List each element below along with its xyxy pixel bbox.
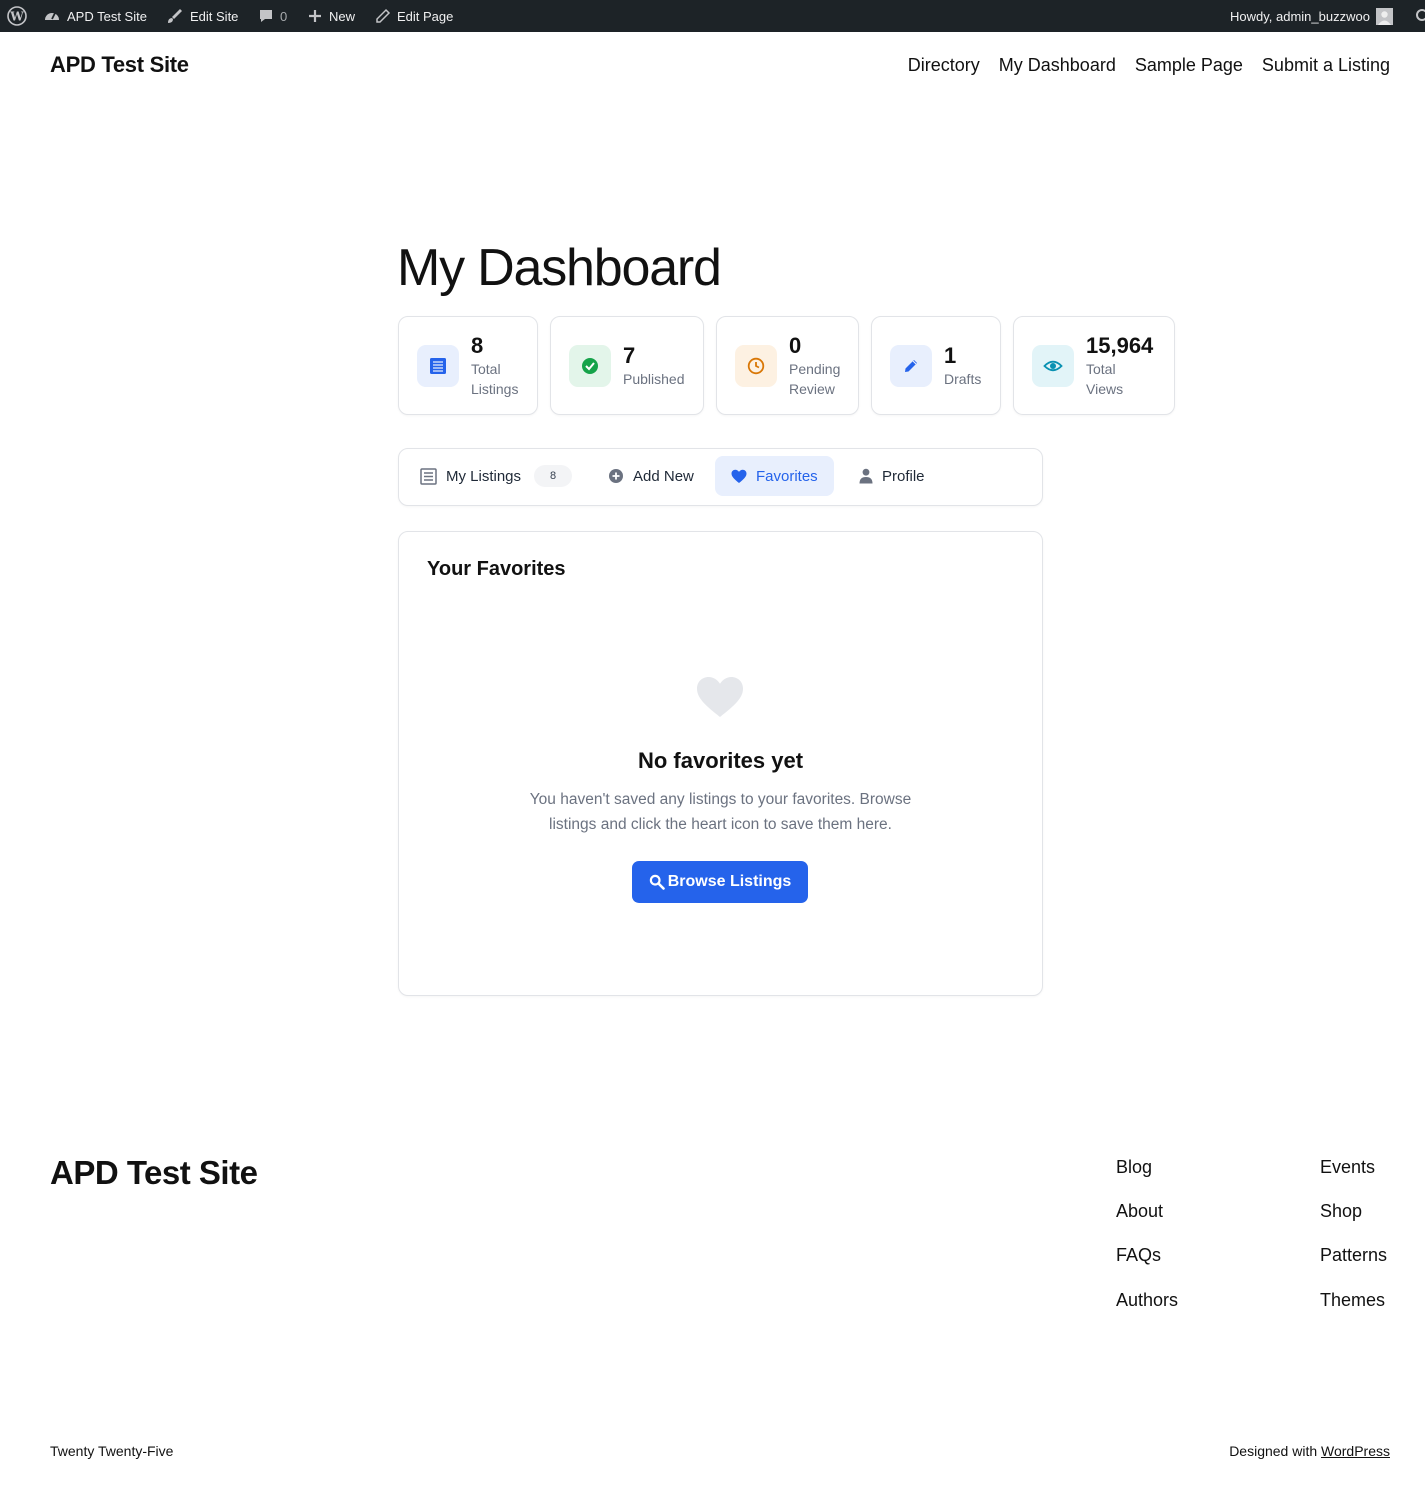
footer-designed-with: Designed with WordPress	[1229, 1443, 1390, 1459]
stat-card-drafts: 1 Drafts	[871, 316, 1001, 415]
empty-state-description: You haven't saved any listings to your f…	[529, 791, 912, 833]
list-icon	[420, 467, 437, 485]
tab-my-listings-label: My Listings	[446, 467, 522, 485]
browse-listings-button[interactable]: Browse Listings	[632, 861, 808, 903]
tab-add-new-label: Add New	[633, 467, 694, 485]
footer-link-events[interactable]: Events	[1320, 1157, 1375, 1178]
stat-value: 7	[623, 342, 636, 368]
tab-favorites-label: Favorites	[756, 467, 818, 485]
stat-card-total-listings: 8 Total Listings	[398, 316, 538, 415]
stat-label: Review	[789, 380, 835, 397]
admin-site-link[interactable]: APD Test Site	[43, 0, 147, 32]
edit-page-label: Edit Page	[397, 8, 454, 24]
site-title[interactable]: APD Test Site	[50, 52, 189, 78]
wordpress-link[interactable]: WordPress	[1321, 1443, 1390, 1459]
edit-site-label: Edit Site	[190, 8, 239, 24]
browse-listings-label: Browse Listings	[667, 873, 792, 890]
plus-icon	[309, 10, 321, 22]
nav-item-directory[interactable]: Directory	[908, 55, 980, 76]
wordpress-logo-icon[interactable]: W	[7, 0, 27, 32]
footer-link-patterns[interactable]: Patterns	[1320, 1245, 1387, 1266]
edit-site-link[interactable]: Edit Site	[166, 0, 238, 32]
pencil-icon	[890, 345, 932, 387]
tab-profile-label: Profile	[882, 467, 925, 485]
stat-label: Pending	[789, 360, 841, 377]
check-circle-icon	[569, 345, 611, 387]
edit-page-link[interactable]: Edit Page	[375, 0, 453, 32]
count-badge: 8	[534, 465, 573, 487]
empty-state-title: No favorites yet	[637, 748, 804, 773]
nav-item-submit-listing[interactable]: Submit a Listing	[1262, 55, 1390, 76]
main-nav: Directory My Dashboard Sample Page Submi…	[908, 55, 1390, 76]
footer-link-faqs[interactable]: FAQs	[1116, 1245, 1161, 1266]
admin-site-name: APD Test Site	[67, 8, 147, 24]
howdy-text: Howdy, admin_buzzwoo	[1230, 8, 1370, 24]
clock-icon	[735, 345, 777, 387]
tab-my-listings[interactable]: My Listings 8	[404, 456, 588, 496]
eye-icon	[1032, 345, 1074, 387]
dashboard-gauge-icon	[45, 12, 59, 20]
stat-label: Listings	[471, 380, 519, 397]
comments-link[interactable]: 0	[258, 0, 287, 32]
stat-value: 15,964	[1086, 332, 1154, 358]
footer-link-authors[interactable]: Authors	[1116, 1290, 1178, 1311]
stat-value: 8	[471, 332, 484, 358]
heart-icon	[697, 677, 743, 717]
nav-item-my-dashboard[interactable]: My Dashboard	[999, 55, 1116, 76]
panel-title: Your Favorites	[427, 558, 566, 580]
nav-item-sample-page[interactable]: Sample Page	[1135, 55, 1243, 76]
footer-site-title[interactable]: APD Test Site	[50, 1154, 258, 1192]
list-icon	[417, 345, 459, 387]
brush-icon	[168, 9, 182, 23]
designed-with-text: Designed with	[1229, 1443, 1318, 1459]
stat-card-published: 7 Published	[550, 316, 704, 415]
stat-value: 0	[789, 332, 802, 358]
stat-card-total-views: 15,964 Total Views	[1013, 316, 1175, 415]
stat-label: Views	[1086, 380, 1124, 397]
plus-circle-icon	[609, 469, 623, 483]
favorites-panel: Your Favorites No favorites yet You have…	[398, 531, 1043, 996]
dashboard-tabs: My Listings 8 Add New Favorites Profile	[398, 448, 1043, 506]
stat-label: Total	[471, 360, 501, 377]
svg-text:W: W	[9, 10, 24, 24]
avatar	[1375, 7, 1393, 25]
search-icon	[649, 874, 665, 890]
footer-link-shop[interactable]: Shop	[1320, 1201, 1362, 1222]
comment-icon	[260, 10, 272, 22]
comments-count: 0	[280, 8, 288, 24]
pencil-icon	[376, 8, 391, 23]
footer-link-about[interactable]: About	[1116, 1201, 1163, 1222]
admin-search-icon[interactable]	[1415, 0, 1425, 32]
tab-add-new[interactable]: Add New	[592, 456, 710, 496]
stat-label: Total	[1086, 360, 1116, 377]
stat-card-pending-review: 0 Pending Review	[716, 316, 859, 415]
tab-profile[interactable]: Profile	[843, 456, 941, 496]
page-title: My Dashboard	[397, 239, 722, 297]
admin-bar: W APD Test Site Edit Site 0 New Edit Pag…	[0, 0, 1425, 32]
footer-link-blog[interactable]: Blog	[1116, 1157, 1152, 1178]
user-icon	[859, 468, 873, 484]
stat-label: Drafts	[944, 370, 982, 387]
stat-label: Published	[623, 370, 685, 387]
footer-theme-name: Twenty Twenty-Five	[50, 1443, 174, 1459]
stat-value: 1	[944, 342, 957, 368]
new-label: New	[329, 8, 356, 24]
tab-favorites[interactable]: Favorites	[715, 456, 834, 496]
new-content-link[interactable]: New	[307, 0, 355, 32]
account-menu[interactable]: Howdy, admin_buzzwoo	[1230, 0, 1393, 32]
heart-icon	[731, 469, 747, 483]
footer-link-themes[interactable]: Themes	[1320, 1290, 1385, 1311]
